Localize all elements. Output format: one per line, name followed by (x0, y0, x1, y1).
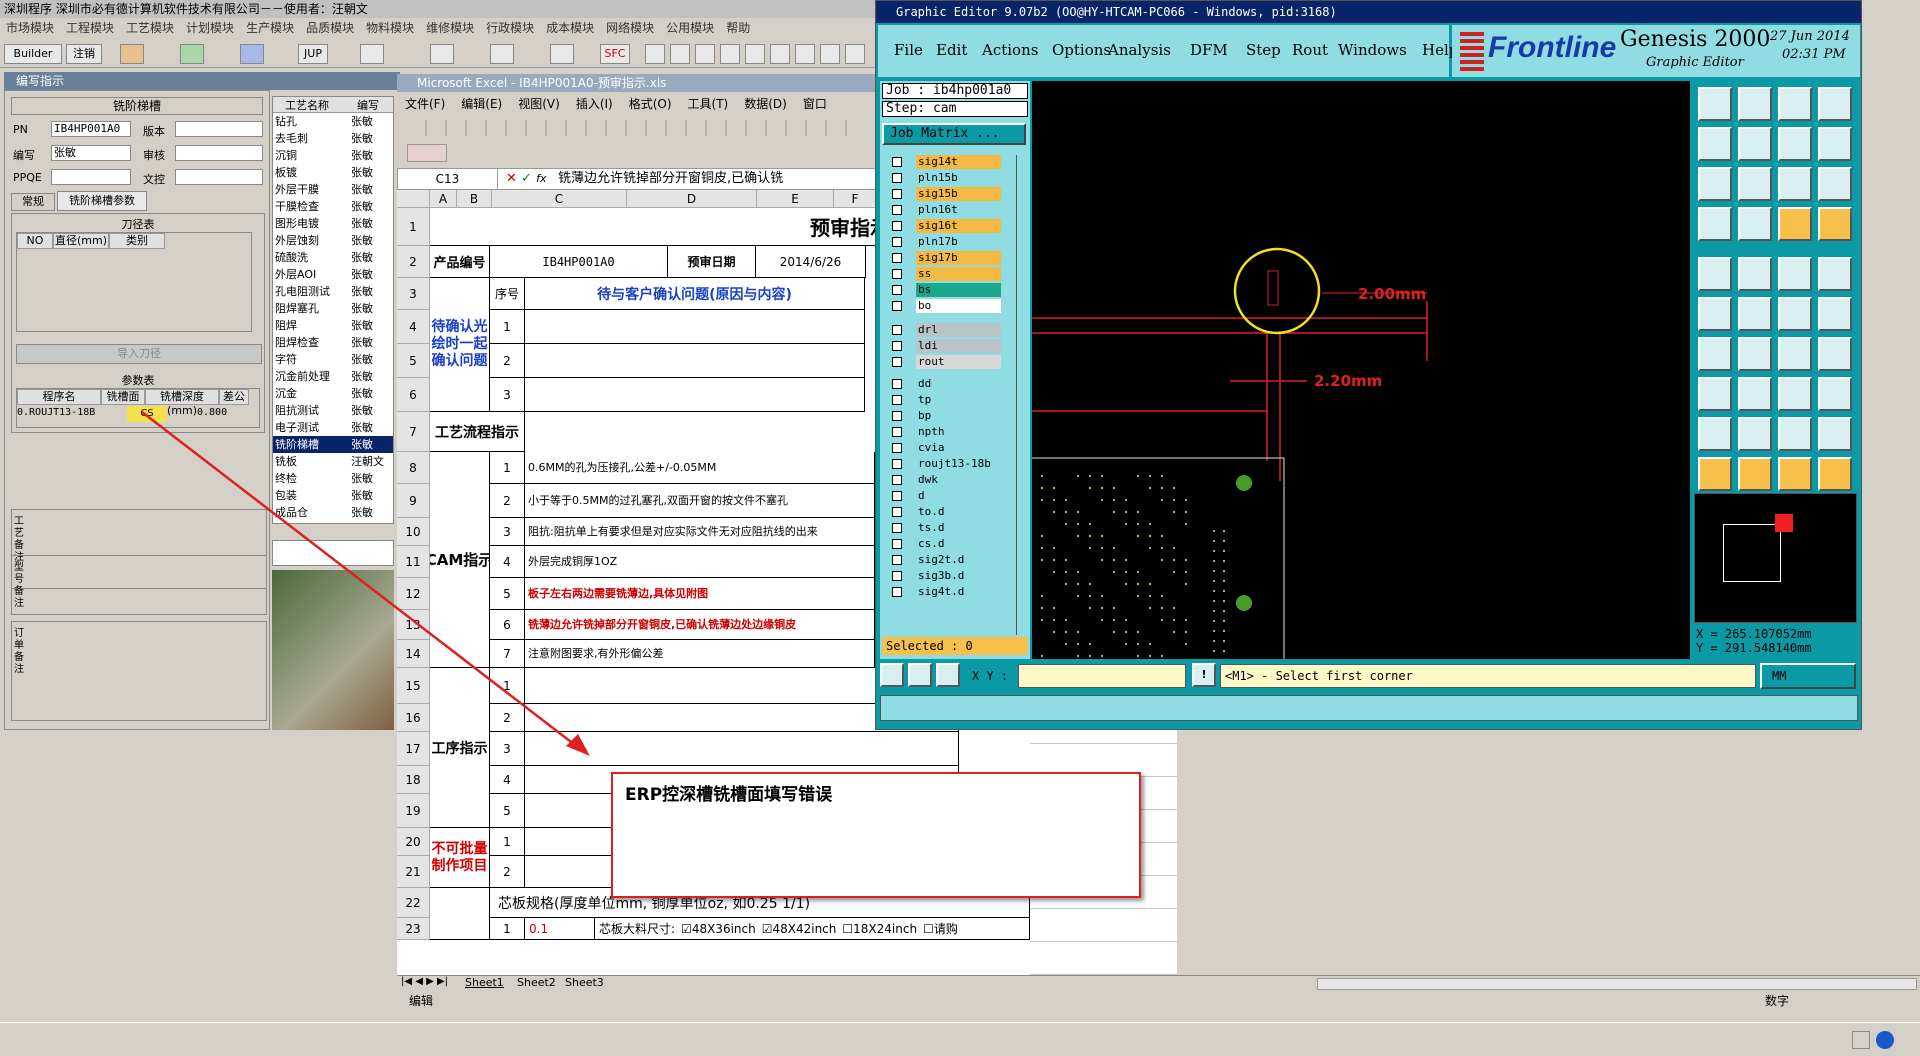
taskbar (0, 1022, 1920, 1056)
help-icon[interactable] (1876, 1031, 1894, 1049)
tray-icon[interactable] (1852, 1031, 1870, 1049)
annotation-text: ERP控深槽铣槽面填写错误 (625, 785, 833, 805)
annotation-box: ERP控深槽铣槽面填写错误 (611, 772, 1141, 898)
